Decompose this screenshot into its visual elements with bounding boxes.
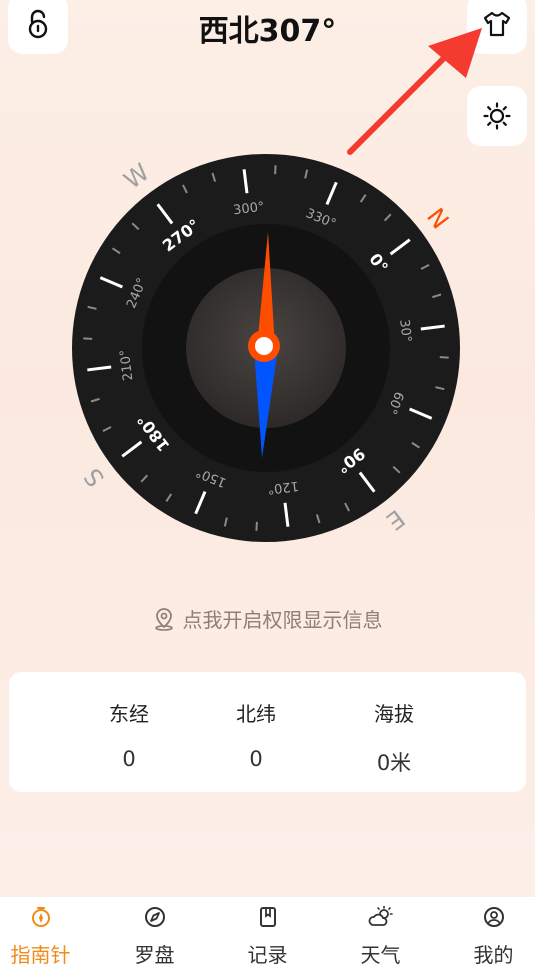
latitude-label: 北纬	[236, 702, 276, 726]
tab-compass-needle[interactable]: 指南针	[0, 897, 94, 969]
latitude-value: 0	[249, 747, 263, 771]
compass-dial: 0°30°60°90°120°150°180°210°240°270°300° 3…	[72, 154, 460, 542]
cardinal-north: N	[421, 203, 454, 234]
latitude-block: 北纬 0	[196, 672, 316, 771]
user-icon	[483, 907, 504, 927]
permission-prompt[interactable]: 点我开启权限显示信息	[0, 604, 535, 633]
cardinal-east: E	[381, 504, 410, 535]
tab-weather[interactable]: 天气	[327, 897, 434, 969]
permission-text: 点我开启权限显示信息	[182, 608, 383, 632]
altitude-label: 海拔	[374, 702, 414, 726]
bookmark-icon	[259, 907, 276, 927]
cardinal-south: S	[79, 463, 111, 492]
longitude-label: 东经	[109, 702, 149, 726]
location-info-card: 东经 0 北纬 0 海拔 0米	[9, 672, 526, 792]
longitude-value: 0	[122, 747, 136, 771]
location-pin-icon	[154, 607, 173, 631]
tab-label: 罗盘	[134, 943, 175, 967]
longitude-block: 东经 0	[69, 672, 189, 771]
degree-label: 30°	[396, 319, 414, 344]
needle-hub-center	[255, 337, 273, 355]
cardinal-west: W	[119, 158, 155, 195]
tshirt-icon	[483, 11, 511, 37]
altitude-block: 海拔 0米	[334, 672, 454, 777]
bottom-tab-bar: 指南针 罗盘 记录 天气 我的	[0, 897, 535, 969]
tab-mine[interactable]: 我的	[440, 897, 535, 969]
tab-label: 我的	[473, 943, 514, 967]
compass-icon	[144, 907, 165, 927]
tab-records[interactable]: 记录	[214, 897, 321, 969]
tab-label: 记录	[247, 943, 288, 967]
weather-icon	[368, 905, 393, 926]
heading-title: 西北307°	[198, 14, 337, 49]
altitude-value: 0米	[376, 751, 412, 775]
tab-label: 指南针	[10, 943, 71, 967]
tab-compass[interactable]: 罗盘	[101, 897, 208, 969]
theme-skin-button[interactable]	[467, 0, 527, 54]
tab-label: 天气	[360, 943, 401, 967]
sun-icon	[483, 102, 511, 130]
compass-timer-icon	[31, 907, 50, 927]
brightness-button[interactable]	[467, 86, 527, 146]
